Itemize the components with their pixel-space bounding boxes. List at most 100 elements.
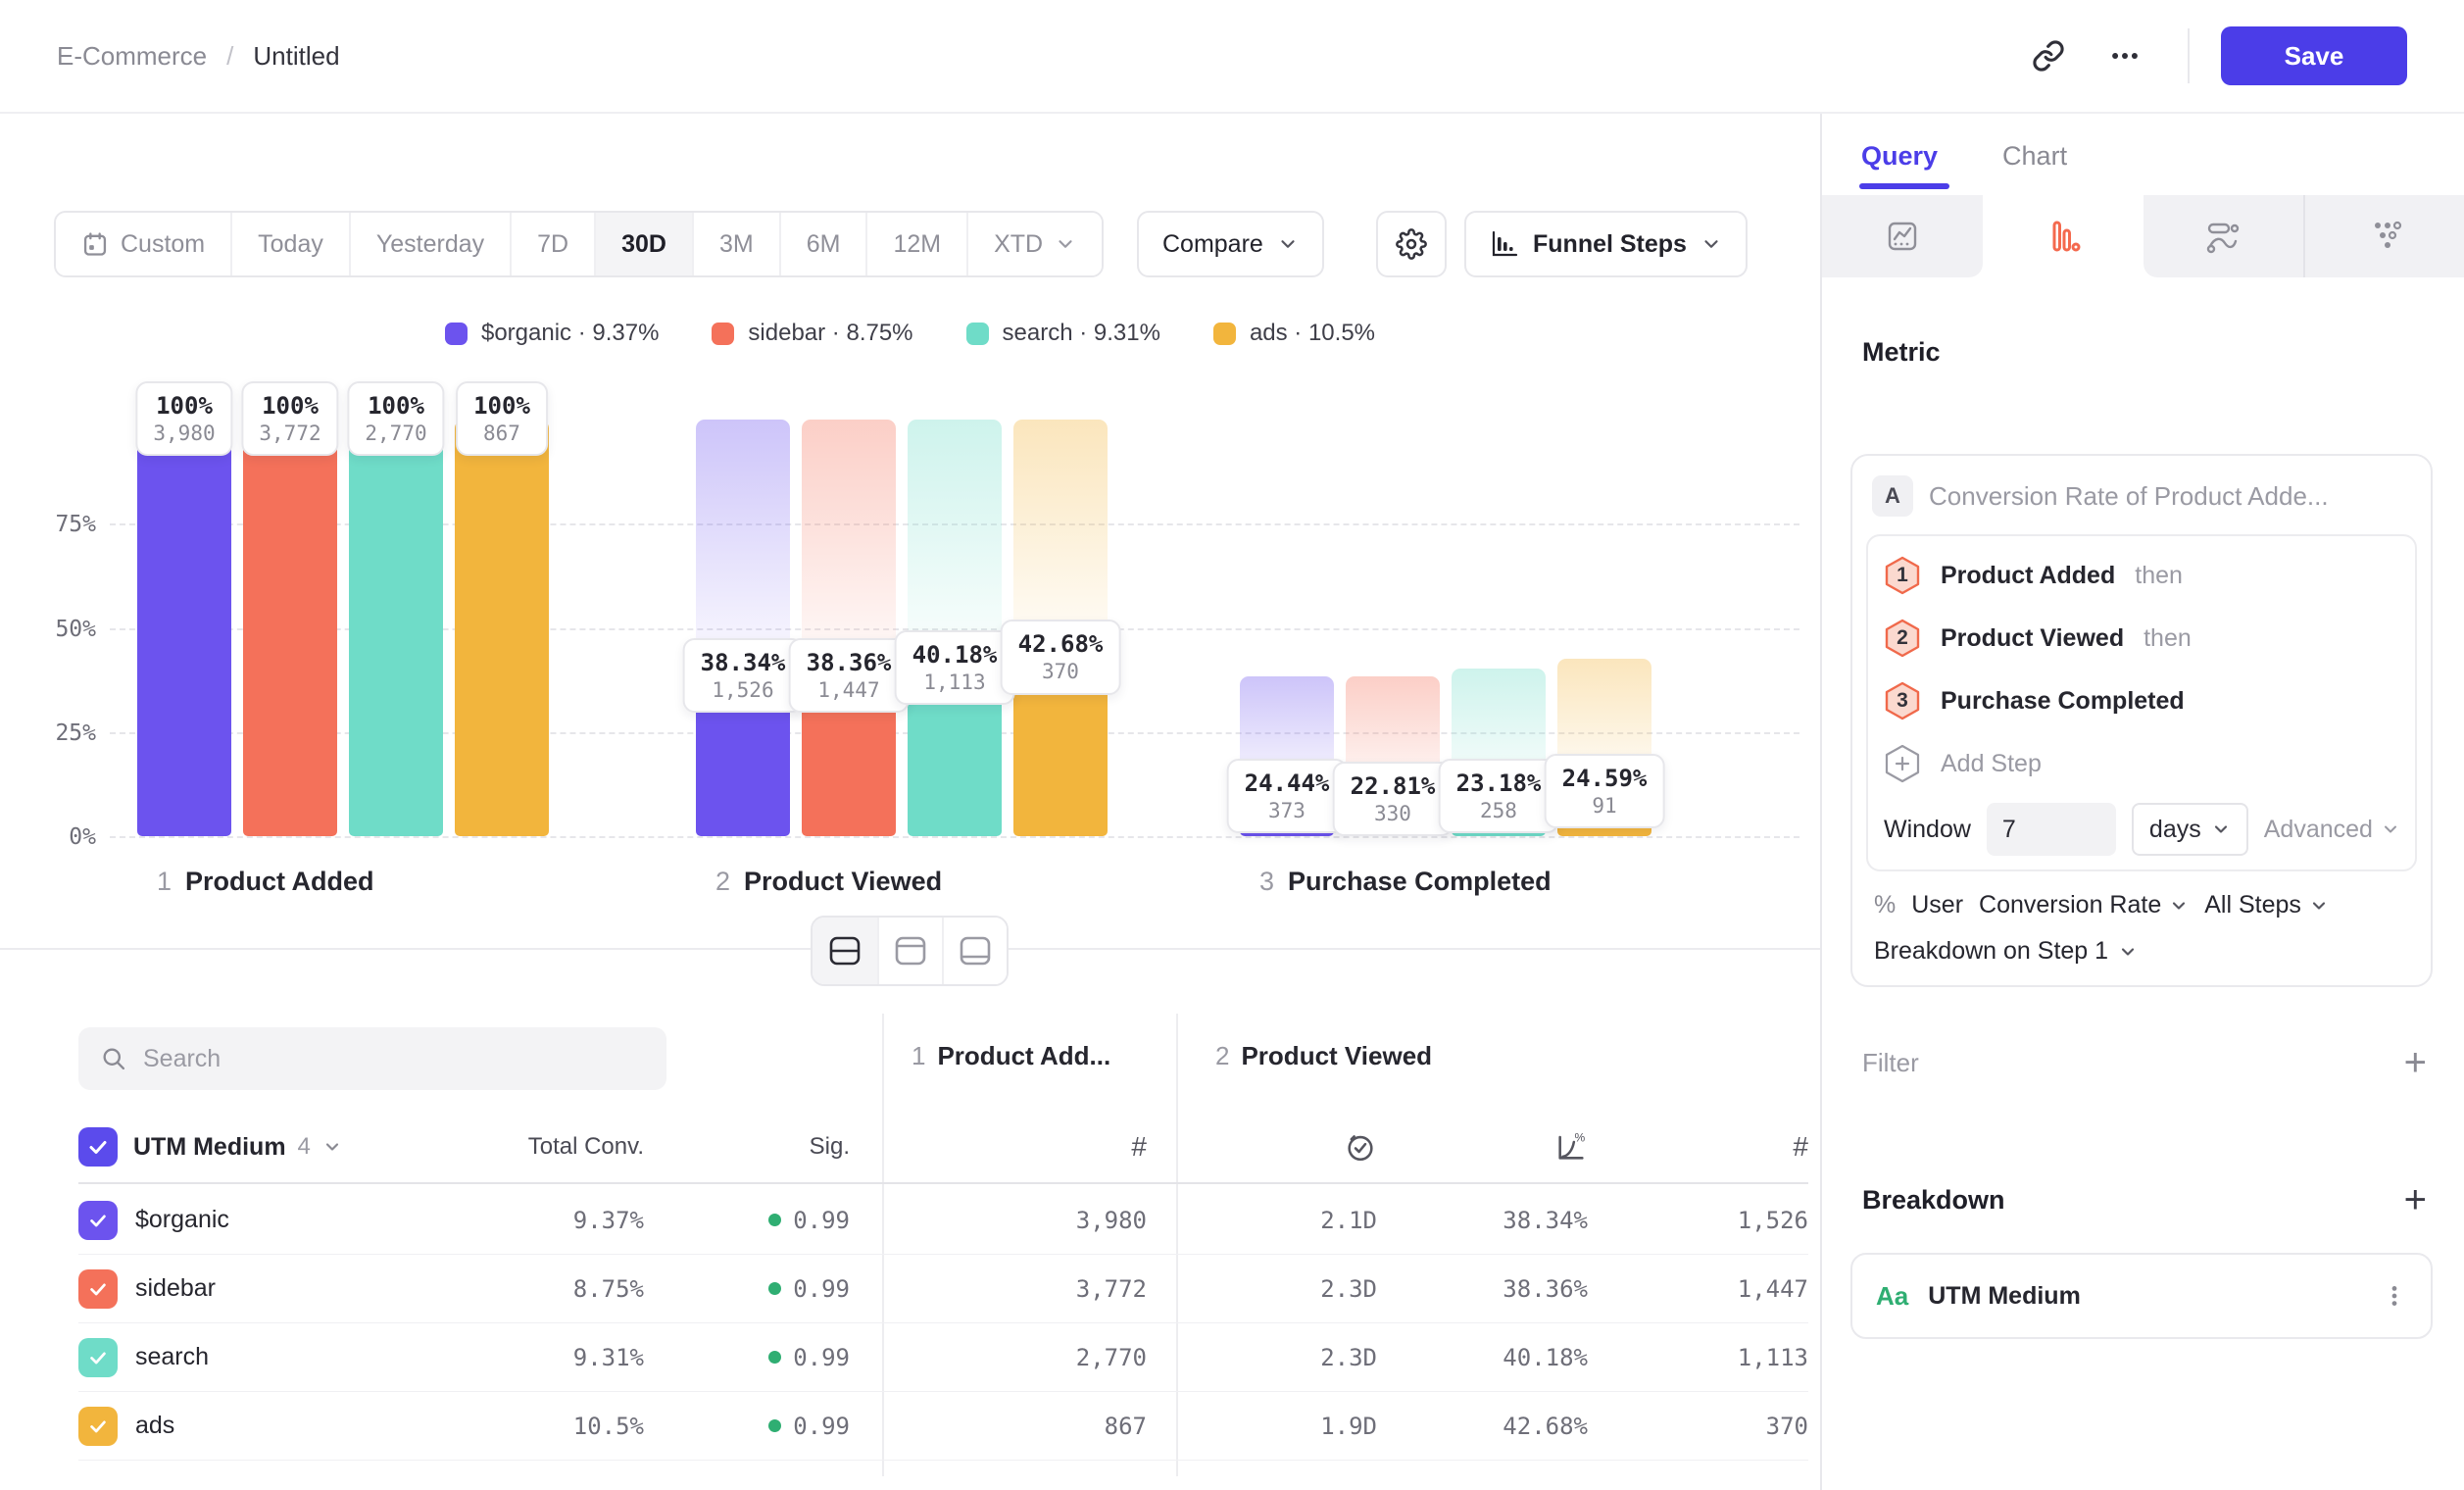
y-axis-tick: 0% xyxy=(27,824,96,850)
bar-ads-step2[interactable]: 42.68%370 xyxy=(1013,420,1108,836)
metric-header[interactable]: A Conversion Rate of Product Adde... xyxy=(1866,472,2417,534)
group-name: UTM Medium xyxy=(133,1133,286,1162)
share-link-button[interactable] xyxy=(2017,25,2080,87)
add-filter-button[interactable]: + xyxy=(2404,1043,2427,1082)
range-xtd[interactable]: XTD xyxy=(966,213,1102,275)
bar-sidebar-step3[interactable]: 22.81%330 xyxy=(1346,420,1440,836)
bar-sidebar-step2[interactable]: 38.36%1,447 xyxy=(802,420,896,836)
search-input[interactable] xyxy=(143,1045,645,1073)
measure-metric-select[interactable]: Conversion Rate xyxy=(1979,891,2189,919)
measure-scope-select[interactable]: All Steps xyxy=(2204,891,2329,919)
bar-search-step2[interactable]: 40.18%1,113 xyxy=(908,420,1002,836)
range-3m[interactable]: 3M xyxy=(692,213,779,275)
row-checkbox[interactable] xyxy=(78,1407,118,1446)
avg-time-column-icon[interactable] xyxy=(1147,1130,1377,1164)
measure-user-label[interactable]: User xyxy=(1911,891,1963,919)
dots-grid-icon xyxy=(2364,215,2407,258)
table-row-organic[interactable]: $organic9.37%0.993,9802.1D38.34%1,526 xyxy=(78,1186,1808,1255)
bar-value-label: 40.18%1,113 xyxy=(895,630,1015,705)
legend-item-ads[interactable]: ads · 10.5% xyxy=(1213,320,1375,347)
step-hexagon-badge: 1 xyxy=(1884,555,1921,596)
filter-label: Filter xyxy=(1862,1048,1919,1078)
tab-grid-chart[interactable] xyxy=(2303,195,2464,277)
step-then-label: then xyxy=(2144,624,2192,653)
chart-settings-button[interactable] xyxy=(1376,211,1447,277)
table-row-ads[interactable]: ads10.5%0.998671.9D42.68%370 xyxy=(78,1392,1808,1461)
bar-sidebar-step1[interactable]: 100%3,772 xyxy=(243,420,337,836)
tab-query[interactable]: Query xyxy=(1861,141,1938,189)
split-horizontal-icon xyxy=(827,935,862,967)
total-conv-header[interactable]: Total Conv. xyxy=(477,1133,644,1161)
range-7d[interactable]: 7D xyxy=(510,213,594,275)
tab-metrics-chart[interactable] xyxy=(1822,195,1983,277)
bar-search-step3[interactable]: 23.18%258 xyxy=(1452,420,1546,836)
bar-ads-step3[interactable]: 24.59%91 xyxy=(1557,420,1651,836)
bar-search-step1[interactable]: 100%2,770 xyxy=(349,420,443,836)
range-custom[interactable]: Custom xyxy=(56,213,230,275)
chart-type-tabs xyxy=(1822,195,2464,277)
layout-panel-top-button[interactable] xyxy=(877,918,942,984)
conv-pct-value: 42.68% xyxy=(1377,1413,1588,1440)
window-value-input[interactable] xyxy=(1987,803,2116,856)
funnel-bars-icon xyxy=(2042,215,2085,258)
tab-flows-chart[interactable] xyxy=(2144,195,2304,277)
chart-type-button[interactable]: Funnel Steps xyxy=(1464,211,1748,277)
row-checkbox[interactable] xyxy=(78,1338,118,1377)
query-step-2[interactable]: 2Product Viewedthen xyxy=(1884,607,2399,670)
table-row-sidebar[interactable]: sidebar8.75%0.993,7722.3D38.36%1,447 xyxy=(78,1255,1808,1323)
legend-item-sidebar[interactable]: sidebar · 8.75% xyxy=(712,320,912,347)
legend-swatch xyxy=(712,323,734,345)
metric-section-label: Metric xyxy=(1862,337,1941,368)
add-step-button[interactable]: Add Step xyxy=(1884,732,2399,795)
breakdown-column-header[interactable]: UTM Medium 4 xyxy=(133,1133,477,1162)
table-row-search[interactable]: search9.31%0.992,7702.3D40.18%1,113 xyxy=(78,1323,1808,1392)
range-yesterday[interactable]: Yesterday xyxy=(349,213,510,275)
row-checkbox[interactable] xyxy=(78,1269,118,1309)
breadcrumb-title[interactable]: Untitled xyxy=(253,41,339,72)
query-panel: Query Chart xyxy=(1820,114,2464,1490)
step1-count: 3,980 xyxy=(882,1207,1147,1234)
legend-item-search[interactable]: search · 9.31% xyxy=(966,320,1160,347)
legend-label: search · 9.31% xyxy=(1003,320,1160,347)
query-step-1[interactable]: 1Product Addedthen xyxy=(1884,544,2399,607)
compare-button[interactable]: Compare xyxy=(1137,211,1324,277)
range-12m[interactable]: 12M xyxy=(865,213,966,275)
select-all-checkbox[interactable] xyxy=(78,1127,118,1167)
advanced-label: Advanced xyxy=(2264,816,2373,844)
save-button[interactable]: Save xyxy=(2221,26,2407,85)
window-unit-select[interactable]: days xyxy=(2132,803,2248,856)
bar-value-label: 23.18%258 xyxy=(1439,759,1559,833)
bar-organic-step2[interactable]: 38.34%1,526 xyxy=(696,420,790,836)
bar-organic-step3[interactable]: 24.44%373 xyxy=(1240,420,1334,836)
chevron-down-icon xyxy=(322,1137,342,1157)
query-step-3[interactable]: 3Purchase Completed xyxy=(1884,670,2399,732)
measure-metric-label: Conversion Rate xyxy=(1979,891,2161,919)
range-today[interactable]: Today xyxy=(230,213,349,275)
bar-ads-step1[interactable]: 100%867 xyxy=(455,420,549,836)
tab-funnel-chart[interactable] xyxy=(1983,195,2144,277)
bar-organic-step1[interactable]: 100%3,980 xyxy=(137,420,231,836)
layout-panel-bottom-button[interactable] xyxy=(942,918,1007,984)
more-options-button[interactable] xyxy=(2094,25,2156,87)
add-breakdown-button[interactable]: + xyxy=(2404,1180,2427,1219)
count-column-icon[interactable]: # xyxy=(1793,1131,1808,1162)
layout-split-horizontal-button[interactable] xyxy=(813,918,877,984)
breadcrumb-project[interactable]: E-Commerce xyxy=(57,41,207,72)
legend-item-organic[interactable]: $organic · 9.37% xyxy=(445,320,659,347)
tab-chart[interactable]: Chart xyxy=(2002,141,2067,189)
bar-value-label: 22.81%330 xyxy=(1333,762,1454,836)
kebab-menu-icon[interactable] xyxy=(2382,1283,2407,1309)
sig-header[interactable]: Sig. xyxy=(644,1133,850,1161)
count-column-icon[interactable]: # xyxy=(1131,1131,1147,1162)
breakdown-on-step-select[interactable]: Breakdown on Step 1 xyxy=(1866,923,2417,973)
conversion-column-icon[interactable]: % xyxy=(1377,1130,1588,1164)
row-label: sidebar xyxy=(133,1274,477,1303)
advanced-toggle[interactable]: Advanced xyxy=(2264,816,2402,844)
table-step1-header: 1 Product Add... xyxy=(912,1041,1110,1071)
row-checkbox[interactable] xyxy=(78,1201,118,1240)
breakdown-item-card[interactable]: Aa UTM Medium xyxy=(1850,1253,2433,1339)
legend-swatch xyxy=(445,323,468,345)
range-6m[interactable]: 6M xyxy=(779,213,866,275)
range-30d[interactable]: 30D xyxy=(594,213,692,275)
chevron-down-icon xyxy=(1277,233,1299,255)
